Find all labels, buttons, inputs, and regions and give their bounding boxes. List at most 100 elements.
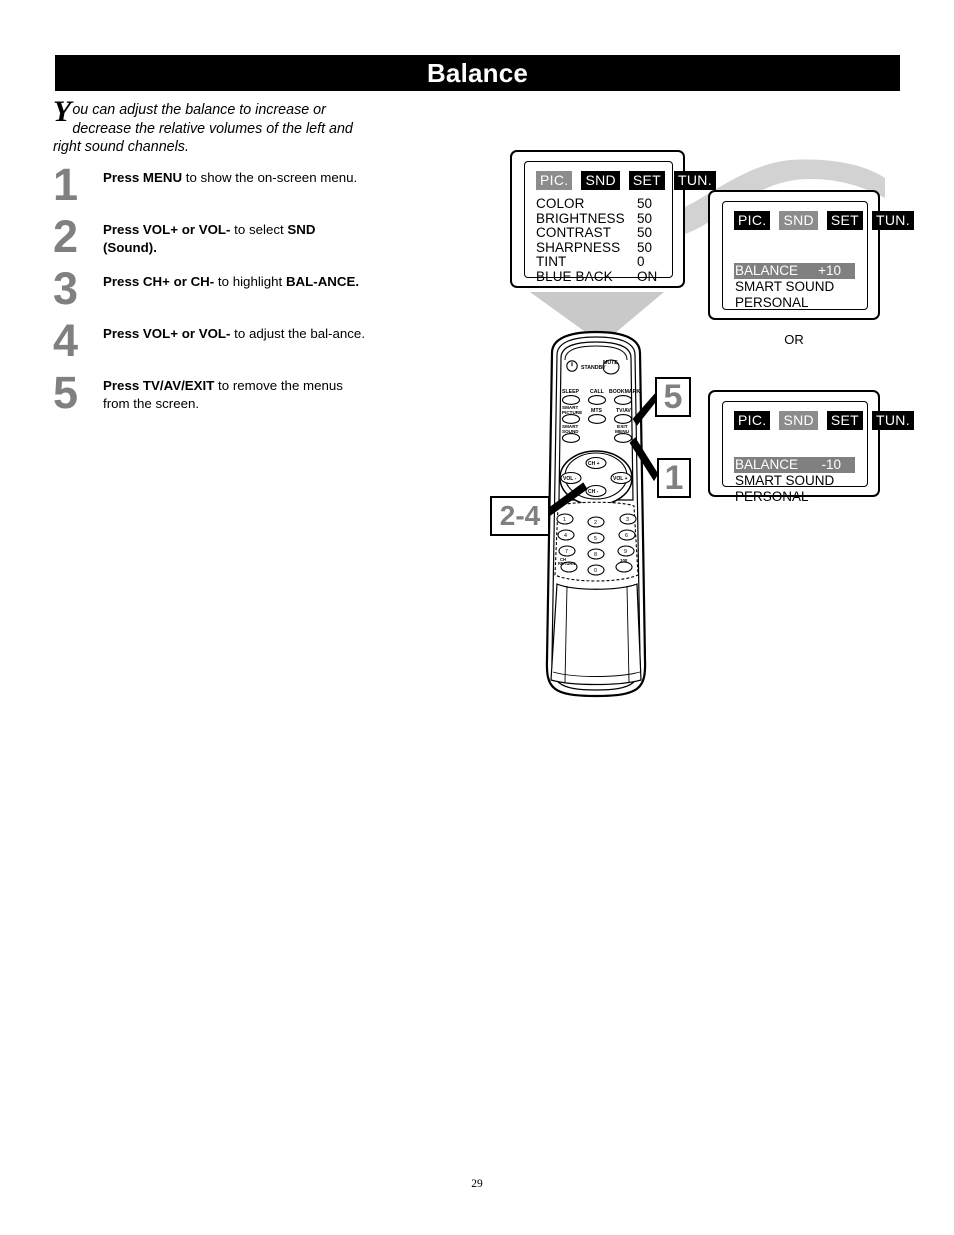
- osd-row[interactable]: CONTRAST 50: [536, 226, 663, 241]
- step-rest: to show the on-screen menu.: [182, 170, 358, 185]
- remote-control-illustration: [545, 330, 647, 698]
- svg-text:100: 100: [620, 558, 628, 563]
- page-title: Balance: [426, 57, 529, 88]
- osd-sound-minus-menu: PIC. SND SET TUN. BALANCE -10 SMART SOUN…: [708, 390, 914, 504]
- svg-text:VOL -: VOL -: [563, 476, 577, 482]
- svg-text:RETURN: RETURN: [558, 561, 575, 566]
- or-separator-label: OR: [784, 332, 804, 347]
- osd-tab-tun[interactable]: TUN.: [872, 411, 914, 430]
- osd-smart-sound-row[interactable]: SMART SOUND PERSONAL: [734, 279, 858, 311]
- step-item: 5 Press TV/AV/EXIT to remove the menus f…: [53, 367, 373, 418]
- osd-balance-label: BALANCE: [735, 263, 799, 278]
- svg-text:7: 7: [565, 549, 568, 555]
- step-rest: to adjust the bal-ance.: [230, 326, 366, 341]
- step-number: 5: [53, 367, 79, 418]
- osd-tab-set[interactable]: SET: [826, 211, 864, 230]
- osd-row[interactable]: TINT 0: [536, 255, 663, 270]
- osd-row[interactable]: SHARPNESS 50: [536, 239, 663, 256]
- osd-tab-pic[interactable]: PIC.: [734, 211, 771, 230]
- osd-tab-set[interactable]: SET: [628, 171, 666, 190]
- step-text: Press TV/AV/EXIT to remove the menus fro…: [103, 374, 373, 412]
- svg-text:MTS: MTS: [591, 408, 602, 414]
- callout-leader-lines: [544, 392, 659, 518]
- osd-tab-pic[interactable]: PIC.: [536, 171, 573, 190]
- step-bold-lead: Press VOL+ or VOL-: [103, 222, 231, 237]
- step-item: 2 Press VOL+ or VOL- to select SND (Soun…: [53, 211, 373, 262]
- osd-spacer: [734, 237, 858, 263]
- osd-balance-value: -10: [821, 457, 841, 472]
- svg-text:TV/AV: TV/AV: [616, 408, 631, 414]
- svg-text:MENU: MENU: [615, 429, 630, 435]
- svg-text:PICTURE: PICTURE: [562, 410, 582, 415]
- osd-tab-set[interactable]: SET: [826, 411, 864, 430]
- svg-text:CALL: CALL: [590, 389, 605, 395]
- callout-steps-2-4: 2-4: [490, 496, 550, 536]
- osd-row-label: SHARPNESS: [536, 239, 621, 255]
- osd-tab-snd[interactable]: SND: [581, 171, 620, 190]
- step-rest: to highlight: [214, 274, 286, 289]
- osd-row-value: 0: [637, 254, 645, 270]
- step-text: Press VOL+ or VOL- to adjust the bal-anc…: [103, 322, 373, 343]
- svg-text:CH -: CH -: [588, 489, 599, 495]
- osd-balance-row-highlighted[interactable]: BALANCE +10: [734, 263, 855, 279]
- osd-sound-minus-tabs: PIC. SND SET TUN.: [734, 411, 914, 430]
- step-number: 2: [53, 211, 79, 262]
- svg-text:SMART: SMART: [562, 424, 579, 429]
- svg-text:1: 1: [563, 517, 566, 523]
- step-bold-lead: Press TV/AV/EXIT: [103, 378, 215, 393]
- step-text: Press MENU to show the on-screen menu.: [103, 166, 373, 187]
- osd-tab-tun[interactable]: TUN.: [872, 211, 914, 230]
- osd-row-value: 50: [637, 239, 653, 255]
- osd-row[interactable]: BRIGHTNESS 50: [536, 210, 663, 227]
- svg-text:SMART: SMART: [562, 405, 579, 410]
- svg-text:EXIT: EXIT: [617, 424, 628, 430]
- svg-text:CH: CH: [560, 557, 566, 562]
- osd-row[interactable]: BLUE BACK ON: [536, 268, 663, 285]
- osd-picture-menu: PIC. SND SET TUN. COLOR 50 BRIGHTNESS 50…: [510, 150, 716, 288]
- callout-step-5: 5: [655, 377, 691, 417]
- svg-text:SOUND: SOUND: [562, 429, 579, 434]
- steps-list: 1 Press MENU to show the on-screen menu.…: [53, 159, 373, 426]
- osd-tab-tun[interactable]: TUN.: [674, 171, 716, 190]
- osd-sound-minus-inner: PIC. SND SET TUN. BALANCE -10 SMART SOUN…: [722, 401, 914, 504]
- osd-smart-sound-row[interactable]: SMART SOUND PERSONAL: [734, 473, 858, 505]
- step-bold-lead: Press MENU: [103, 170, 183, 185]
- step-number: 3: [53, 263, 79, 314]
- osd-picture-tabs: PIC. SND SET TUN.: [536, 171, 716, 190]
- callout-step-1: 1: [657, 458, 691, 498]
- down-arrow-connector: [530, 292, 664, 344]
- osd-spacer: [734, 437, 858, 457]
- step-item: 4 Press VOL+ or VOL- to adjust the bal-a…: [53, 318, 373, 363]
- step-item: 1 Press MENU to show the on-screen menu.: [53, 159, 373, 210]
- osd-tab-snd[interactable]: SND: [779, 411, 818, 430]
- osd-balance-row-highlighted[interactable]: BALANCE -10: [734, 457, 855, 473]
- svg-text:SLEEP: SLEEP: [562, 389, 580, 395]
- osd-row-label: CONTRAST: [536, 225, 612, 241]
- svg-text:8: 8: [594, 552, 597, 558]
- svg-text:3: 3: [626, 517, 629, 523]
- svg-text:VOL +: VOL +: [613, 476, 628, 482]
- osd-tab-snd[interactable]: SND: [779, 211, 818, 230]
- svg-text:6: 6: [625, 533, 628, 539]
- osd-sound-plus-tabs: PIC. SND SET TUN.: [734, 211, 914, 230]
- intro-body: ou can adjust the balance to increase or…: [53, 102, 353, 155]
- intro-paragraph: You can adjust the balance to increase o…: [53, 97, 353, 157]
- step-bold-lead: Press CH+ or CH-: [103, 274, 215, 289]
- osd-balance-label: BALANCE: [735, 457, 799, 472]
- osd-tab-pic[interactable]: PIC.: [734, 411, 771, 430]
- osd-sound-plus-menu: PIC. SND SET TUN. BALANCE +10 SMART SOUN…: [708, 190, 914, 320]
- step-rest: to select: [230, 222, 288, 237]
- step-number: 1: [53, 159, 79, 210]
- osd-sound-plus-inner: PIC. SND SET TUN. BALANCE +10 SMART SOUN…: [722, 201, 914, 311]
- step-text: Press VOL+ or VOL- to select SND (Sound)…: [103, 218, 373, 256]
- svg-text:2: 2: [594, 520, 597, 526]
- osd-row[interactable]: COLOR 50: [536, 196, 663, 212]
- osd-row-label: BLUE BACK: [536, 268, 613, 284]
- step-bold-tail: BAL-ANCE.: [285, 274, 360, 289]
- svg-text:0: 0: [594, 568, 597, 574]
- osd-row-value: 50: [637, 210, 653, 226]
- osd-picture-inner: PIC. SND SET TUN. COLOR 50 BRIGHTNESS 50…: [524, 161, 716, 284]
- osd-picture-rows: COLOR 50 BRIGHTNESS 50 CONTRAST 50 SHARP…: [536, 196, 663, 285]
- svg-text:4: 4: [564, 533, 567, 539]
- osd-balance-value: +10: [818, 263, 841, 278]
